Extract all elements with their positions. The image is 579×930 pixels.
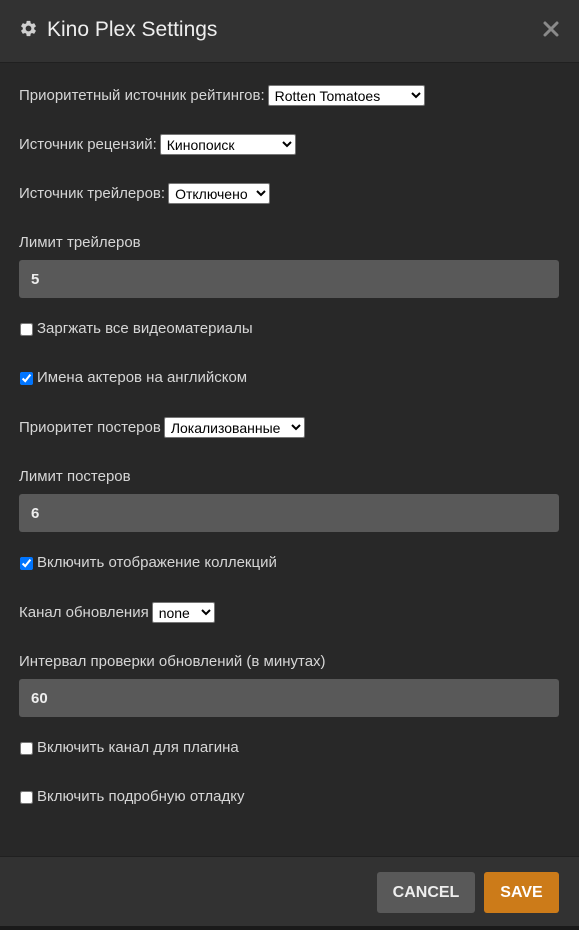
- actor-names-english-label: Имена актеров на английском: [37, 369, 248, 386]
- review-source-select[interactable]: Кинопоиск: [159, 134, 296, 155]
- rating-source-select[interactable]: Rotten Tomatoes: [267, 85, 425, 106]
- trailer-source-select[interactable]: Отключено: [168, 183, 271, 204]
- rating-source-row: Приоритетный источник рейтингов: Rotten …: [19, 85, 425, 106]
- poster-priority-label: Приоритет постеров: [19, 418, 161, 436]
- dialog-title: Kino Plex Settings: [47, 18, 218, 41]
- cancel-button[interactable]: CANCEL: [377, 872, 475, 913]
- poster-priority-row: Приоритет постеров Локализованные: [19, 417, 305, 438]
- trailer-limit-label: Лимит трейлеров: [19, 234, 141, 251]
- enable-plugin-channel-row[interactable]: Включить канал для плагина: [19, 738, 239, 758]
- enable-plugin-channel-checkbox[interactable]: [20, 741, 33, 755]
- bottom-strip: [0, 926, 579, 930]
- save-button[interactable]: SAVE: [484, 872, 559, 913]
- enable-debug-label: Включить подробную отладку: [37, 788, 245, 805]
- actor-names-english-row[interactable]: Имена актеров на английском: [19, 368, 247, 388]
- update-channel-label: Канал обновления: [19, 603, 149, 621]
- enable-collections-label: Включить отображение коллекций: [37, 554, 277, 571]
- close-icon[interactable]: [541, 19, 561, 39]
- enable-collections-row[interactable]: Включить отображение коллекций: [19, 553, 277, 573]
- dialog-header: Kino Plex Settings: [0, 0, 579, 63]
- gear-icon: [21, 20, 36, 37]
- update-interval-label: Интервал проверки обновлений (в минутах): [19, 653, 326, 670]
- load-all-video-checkbox[interactable]: [20, 322, 33, 336]
- update-channel-select[interactable]: none: [151, 602, 215, 623]
- load-all-video-row[interactable]: Заргжать все видеоматериалы: [19, 319, 253, 339]
- poster-limit-label: Лимит постеров: [19, 468, 131, 485]
- enable-plugin-channel-label: Включить канал для плагина: [37, 739, 239, 756]
- trailer-source-label: Источник трейлеров:: [19, 184, 166, 202]
- enable-debug-row[interactable]: Включить подробную отладку: [19, 787, 244, 807]
- enable-debug-checkbox[interactable]: [20, 790, 33, 804]
- poster-limit-input[interactable]: [19, 494, 559, 532]
- actor-names-english-checkbox[interactable]: [20, 371, 33, 385]
- dialog-footer: CANCEL SAVE: [0, 856, 579, 927]
- rating-source-label: Приоритетный источник рейтингов:: [19, 86, 265, 104]
- review-source-row: Источник рецензий: Кинопоиск: [19, 134, 296, 155]
- enable-collections-checkbox[interactable]: [20, 556, 33, 570]
- settings-dialog: Kino Plex Settings Приоритетный источник…: [0, 0, 579, 930]
- trailer-limit-input[interactable]: [19, 260, 559, 298]
- review-source-label: Источник рецензий:: [19, 135, 157, 153]
- trailer-source-row: Источник трейлеров: Отключено: [19, 183, 271, 204]
- update-interval-input[interactable]: [19, 679, 559, 717]
- update-channel-row: Канал обновления none: [19, 602, 215, 623]
- poster-priority-select[interactable]: Локализованные: [163, 417, 305, 438]
- load-all-video-label: Заргжать все видеоматериалы: [37, 320, 253, 337]
